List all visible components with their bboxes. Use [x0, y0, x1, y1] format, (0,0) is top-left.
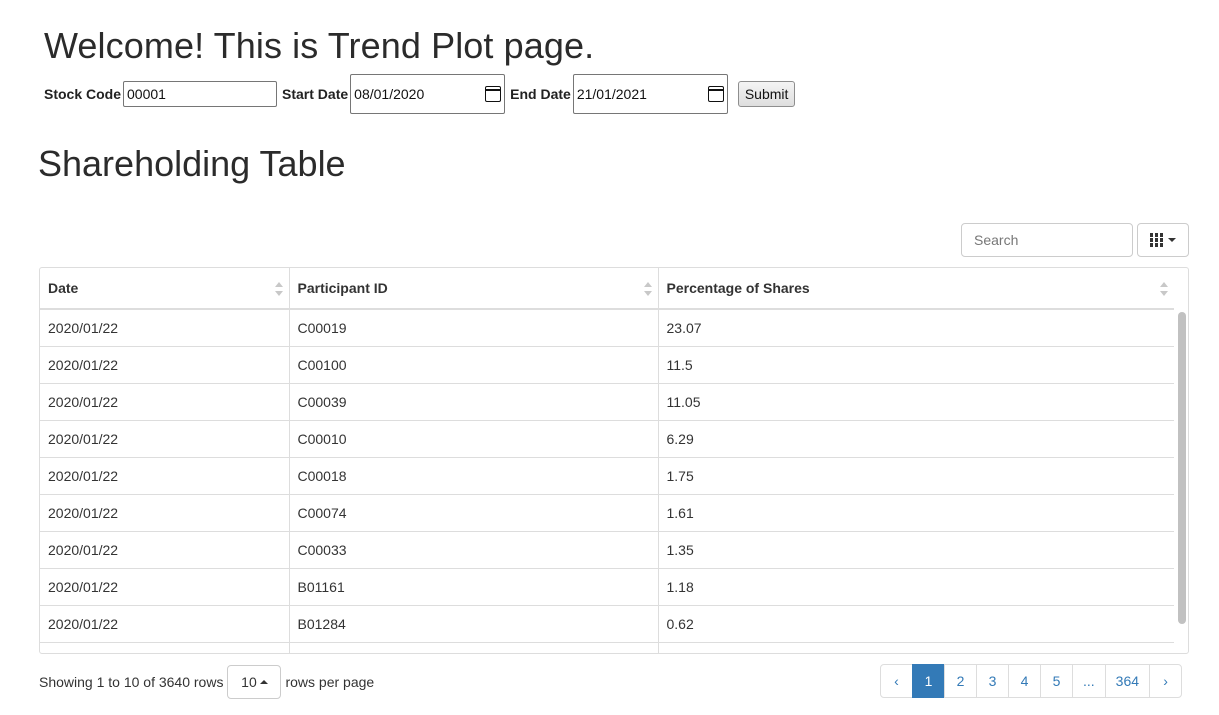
page-size-value: 10: [241, 674, 257, 690]
start-date-value: 08/01/2020: [354, 86, 425, 102]
cell-participant-id: C00019: [289, 309, 659, 347]
page-size-dropdown[interactable]: 10: [227, 665, 282, 699]
cell-percentage: 0.62: [658, 605, 1174, 643]
cell-participant-id: B01161: [289, 568, 659, 606]
table-row: 2020/01/22 C00100 11.5: [40, 346, 1174, 384]
cell-participant-id: C00033: [289, 531, 659, 569]
cell-date: 2020/01/22: [40, 346, 290, 384]
table-header-row: Date Participant ID Percentage of Shares: [40, 268, 1174, 310]
start-date-label: Start Date: [282, 86, 349, 102]
end-date-value: 21/01/2021: [576, 86, 647, 102]
pagination-page[interactable]: 5: [1040, 664, 1073, 698]
stock-code-input[interactable]: 00001: [123, 81, 278, 107]
filter-form: Stock Code 00001 Start Date 08/01/2020 E…: [44, 74, 796, 114]
table-row: 2020/01/22 C00010 6.29: [40, 420, 1174, 458]
sort-icon[interactable]: [643, 282, 652, 296]
cell-percentage: 1.35: [658, 531, 1174, 569]
cell-participant-id: C00018: [289, 457, 659, 495]
pagination: ‹ 1 2 3 4 5 ... 364 ›: [880, 664, 1183, 698]
pagination-ellipsis[interactable]: ...: [1072, 664, 1106, 698]
pagination-info: Showing 1 to 10 of 3640 rows 10 rows per…: [39, 665, 374, 699]
table-row: 2020/01/22 C00033 1.35: [40, 531, 1174, 569]
table-row: 2020/01/22 C00039 11.05: [40, 383, 1174, 421]
table-row: 2020/01/22 C00019 23.07: [40, 309, 1174, 347]
cell-percentage: 1.18: [658, 568, 1174, 606]
cell-date: 2020/01/22: [40, 568, 290, 606]
page-title: Welcome! This is Trend Plot page.: [44, 25, 595, 66]
cell-date: 2020/01/22: [40, 494, 290, 532]
table-row-partial: [40, 642, 1174, 653]
grid-icon: [1149, 233, 1164, 247]
shareholding-table: Date Participant ID Percentage of Shares…: [39, 267, 1189, 654]
rows-per-page-label: rows per page: [285, 674, 375, 690]
showing-rows-text: Showing 1 to 10 of 3640 rows: [39, 674, 224, 690]
cell-percentage: 11.05: [658, 383, 1174, 421]
cell-percentage: 23.07: [658, 309, 1174, 347]
pagination-next[interactable]: ›: [1149, 664, 1183, 698]
submit-button[interactable]: Submit: [737, 81, 796, 107]
table-row: 2020/01/22 C00018 1.75: [40, 457, 1174, 495]
cell-date: 2020/01/22: [40, 605, 290, 643]
cell-participant-id: C00100: [289, 346, 659, 384]
pagination-page[interactable]: 364: [1104, 664, 1151, 698]
columns-toggle-button[interactable]: [1137, 223, 1189, 257]
cell-date: 2020/01/22: [40, 531, 290, 569]
pagination-page[interactable]: 1: [912, 664, 945, 698]
cell-date: 2020/01/22: [40, 309, 290, 347]
pagination-page[interactable]: 2: [944, 664, 977, 698]
sort-icon[interactable]: [274, 282, 283, 296]
cell-percentage: 6.29: [658, 420, 1174, 458]
table-row: 2020/01/22 B01284 0.62: [40, 605, 1174, 643]
search-input[interactable]: Search: [961, 223, 1133, 257]
column-header-percentage[interactable]: Percentage of Shares: [658, 268, 1174, 310]
cell-date: 2020/01/22: [40, 383, 290, 421]
cell-percentage: 1.75: [658, 457, 1174, 495]
calendar-icon[interactable]: [707, 86, 724, 102]
chevron-down-icon: [1168, 238, 1177, 242]
cell-participant-id: C00074: [289, 494, 659, 532]
cell-percentage: 1.61: [658, 494, 1174, 532]
end-date-label: End Date: [510, 86, 571, 102]
pagination-page[interactable]: 3: [976, 664, 1009, 698]
table-scrollbar[interactable]: [1178, 312, 1186, 624]
table-row: 2020/01/22 C00074 1.61: [40, 494, 1174, 532]
chevron-up-icon: [259, 680, 268, 684]
table-row: 2020/01/22 B01161 1.18: [40, 568, 1174, 606]
cell-date: 2020/01/22: [40, 457, 290, 495]
cell-date: 2020/01/22: [40, 420, 290, 458]
pagination-prev[interactable]: ‹: [880, 664, 913, 698]
start-date-input[interactable]: 08/01/2020: [350, 74, 506, 114]
column-header-participant-id[interactable]: Participant ID: [289, 268, 659, 310]
calendar-icon[interactable]: [485, 86, 502, 102]
cell-participant-id: B01284: [289, 605, 659, 643]
sort-icon[interactable]: [1160, 282, 1168, 296]
pagination-page[interactable]: 4: [1008, 664, 1041, 698]
cell-participant-id: C00010: [289, 420, 659, 458]
cell-participant-id: C00039: [289, 383, 659, 421]
stock-code-label: Stock Code: [44, 86, 122, 102]
end-date-input[interactable]: 21/01/2021: [572, 74, 728, 114]
cell-percentage: 11.5: [658, 346, 1174, 384]
column-header-date[interactable]: Date: [40, 268, 290, 310]
section-title: Shareholding Table: [38, 143, 346, 184]
